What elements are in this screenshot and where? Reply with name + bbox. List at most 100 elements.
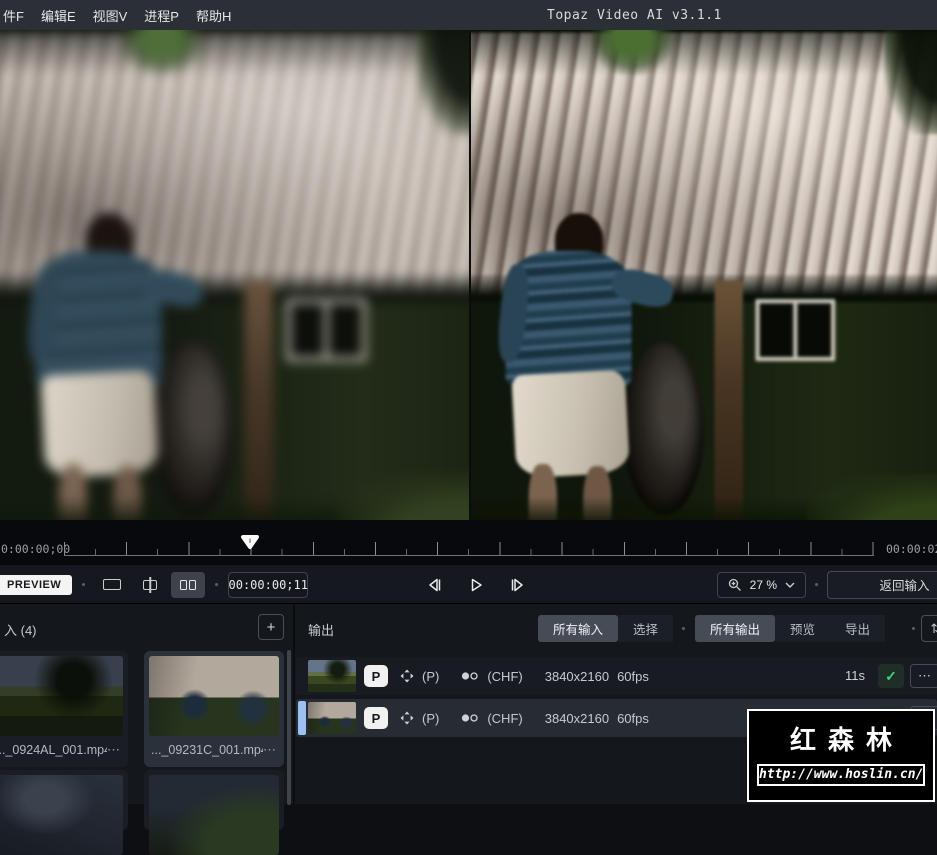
return-to-input-button[interactable]: 返回输入 (827, 571, 937, 599)
frame-timecode-input[interactable]: 00:00:00;11 (228, 572, 308, 598)
view-mode-side-by-side-button[interactable] (171, 572, 205, 598)
video-thumbnail (149, 656, 279, 736)
menu-process[interactable]: 进程P (144, 6, 179, 25)
transport-controls (420, 565, 532, 604)
tab-all-outputs[interactable]: 所有输出 (695, 615, 775, 642)
video-thumbnail (149, 775, 279, 855)
framerate-label: 60fps (617, 669, 649, 684)
chevron-down-icon (785, 582, 795, 588)
separator-dot (215, 583, 218, 586)
play-button[interactable] (462, 571, 490, 599)
watermark-url: http://www.hoslin.cn/ (757, 764, 925, 786)
tab-exports[interactable]: 导出 (830, 615, 885, 642)
timeline-ruler[interactable] (64, 526, 874, 556)
file-more-button[interactable]: ⋯ (107, 742, 121, 758)
leaves (121, 30, 204, 75)
shadow (0, 30, 2, 302)
video-frame-enhanced (471, 30, 937, 520)
shadow (471, 30, 472, 302)
transport-bar: PREVIEW 00:00:00;11 (0, 564, 937, 603)
output-row[interactable]: P (P) (CHF) 3840x2160 60fps 11s ✓ (296, 657, 937, 695)
menu-bar: 件F 编辑E 视图V 进程P 帮助H Topaz Video AI v3.1.1 (0, 0, 937, 30)
complete-check-button[interactable]: ✓ (878, 664, 904, 688)
add-input-button[interactable]: + (258, 614, 284, 640)
zoom-value: 27 % (750, 578, 777, 592)
playhead[interactable] (240, 534, 260, 551)
sort-button[interactable]: ⇅ (921, 615, 937, 642)
tab-all-inputs[interactable]: 所有输入 (538, 615, 618, 642)
zoom-magnifier-icon (728, 578, 742, 592)
framerate-label: 60fps (617, 711, 649, 726)
tab-previews[interactable]: 预览 (775, 615, 830, 642)
side-by-side-icon (180, 580, 196, 590)
interpolate-model-label: (CHF) (487, 711, 522, 726)
menu-view[interactable]: 视图V (93, 6, 128, 25)
tire (154, 342, 234, 515)
output-panel-title: 输出 (308, 620, 334, 639)
view-mode-group (95, 572, 205, 598)
output-thumbnail (308, 702, 356, 734)
sort-icon: ⇅ (931, 621, 937, 636)
foliage (471, 30, 937, 75)
duration-label: 11s (845, 668, 865, 683)
boy (40, 369, 159, 477)
panel-divider (293, 604, 295, 805)
fence-post (714, 280, 742, 520)
row-more-button[interactable]: ⋯ (910, 664, 937, 688)
preview-badge: PREVIEW (0, 575, 72, 595)
check-icon: ✓ (885, 668, 897, 685)
menu-edit[interactable]: 编辑E (41, 6, 76, 25)
progress-indicator (298, 701, 306, 735)
view-mode-single-button[interactable] (95, 572, 129, 598)
input-list-scrollbar[interactable] (287, 650, 291, 805)
menu-help[interactable]: 帮助H (196, 6, 231, 25)
leaves (591, 30, 673, 75)
menu-file[interactable]: 件F (3, 6, 24, 25)
timeline: 0:00:00;00 00:00:02;0 (0, 520, 937, 564)
grass (807, 475, 937, 520)
preview-pane-original[interactable] (0, 30, 469, 520)
output-thumbnail (308, 660, 356, 692)
input-file-card[interactable] (0, 770, 128, 830)
hut-window (755, 299, 835, 361)
grass (338, 475, 469, 520)
previous-frame-button[interactable] (420, 571, 448, 599)
tab-selected[interactable]: 选择 (618, 615, 673, 642)
video-frame-original (0, 30, 469, 520)
zoom-dropdown[interactable]: 27 % (717, 572, 806, 598)
view-mode-split-button[interactable] (133, 572, 167, 598)
upscale-icon (400, 711, 414, 725)
hut-window (286, 299, 366, 361)
resolution-label: 3840x2160 (545, 711, 609, 726)
file-more-button[interactable]: ⋯ (263, 742, 277, 758)
preview-pane-enhanced[interactable] (471, 30, 937, 520)
interpolation-icon (461, 713, 479, 723)
preview-type-badge: P (364, 665, 388, 687)
leaves (416, 30, 469, 135)
app-title: Topaz Video AI v3.1.1 (547, 8, 722, 23)
next-frame-button[interactable] (504, 571, 532, 599)
interpolation-icon (461, 671, 479, 681)
watermark-title: 红森林 (749, 720, 933, 757)
video-thumbnail (0, 775, 123, 855)
tire (624, 342, 704, 515)
preview-type-badge: P (364, 707, 388, 729)
input-panel: 入 (4) + ..._0924AL_001.mp4 ⋯ ..._09231C_… (0, 604, 292, 805)
video-thumbnail (0, 656, 123, 736)
separator-dot (912, 627, 915, 630)
input-file-card-selected[interactable]: ..._09231C_001.mp4 ⋯ (144, 651, 284, 767)
leaves (884, 30, 937, 135)
fence-post (245, 280, 273, 520)
upscale-icon (400, 669, 414, 683)
interpolate-model-label: (CHF) (487, 669, 522, 684)
separator-dot (82, 583, 85, 586)
split-view-icon (141, 579, 159, 591)
timeline-start-timecode: 0:00:00;00 (1, 542, 70, 556)
input-filename: ..._0924AL_001.mp4 (0, 743, 107, 757)
separator-dot (815, 583, 818, 586)
input-file-card[interactable] (144, 770, 284, 830)
foliage (0, 30, 469, 75)
input-filter-tabs: 所有输入 选择 (538, 615, 673, 642)
input-panel-title: 入 (4) (4, 620, 37, 639)
input-file-card[interactable]: ..._0924AL_001.mp4 ⋯ (0, 651, 128, 767)
